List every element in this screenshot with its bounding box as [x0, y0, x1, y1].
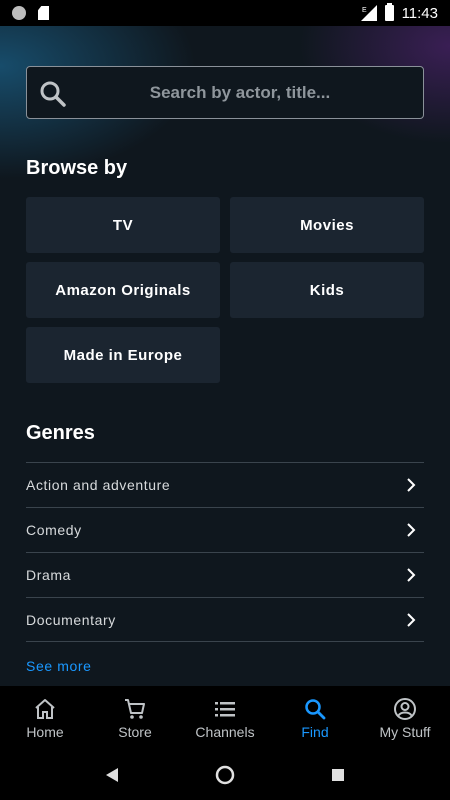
genre-item-comedy[interactable]: Comedy [26, 507, 424, 552]
browse-tile-kids[interactable]: Kids [230, 262, 424, 318]
search-placeholder: Search by actor, title... [149, 82, 331, 102]
back-button[interactable] [105, 767, 119, 783]
genre-label: Action and adventure [26, 477, 171, 493]
bottom-nav: Home Store Channels Find My Stuff [0, 686, 450, 750]
nav-find[interactable]: Find [270, 686, 360, 750]
genre-list: Action and adventure Comedy Drama Docume… [26, 462, 424, 642]
chevron-right-icon [407, 523, 416, 537]
signal-type-label: E [362, 7, 367, 14]
home-icon [35, 698, 55, 719]
nav-label: My Stuff [379, 723, 431, 740]
nav-home[interactable]: Home [0, 686, 90, 750]
home-button[interactable] [215, 765, 235, 785]
nav-my-stuff[interactable]: My Stuff [360, 686, 450, 750]
genres-heading: Genres [26, 422, 95, 444]
search-icon [305, 698, 326, 719]
home-circle-icon [215, 765, 235, 785]
list-icon [215, 701, 235, 716]
cart-icon [125, 698, 145, 719]
signal-icon: E [360, 5, 377, 21]
find-page: Search by actor, title... Browse by TV M… [0, 26, 450, 686]
browse-tile-movies[interactable]: Movies [230, 197, 424, 253]
genre-label: Comedy [26, 522, 82, 538]
search-input[interactable]: Search by actor, title... [26, 66, 424, 119]
recents-square-icon [332, 769, 344, 781]
back-triangle-icon [106, 768, 118, 782]
profile-icon [394, 697, 416, 720]
chevron-right-icon [407, 612, 416, 627]
search-icon [40, 81, 66, 107]
chevron-right-icon [407, 568, 416, 582]
system-nav-bar [0, 750, 450, 800]
browse-tile-made-in-europe[interactable]: Made in Europe [26, 327, 220, 383]
genre-label: Documentary [26, 611, 116, 628]
chevron-right-icon [407, 478, 416, 492]
battery-icon [384, 3, 394, 21]
sd-card-icon [38, 6, 49, 20]
browse-tile-amazon-originals[interactable]: Amazon Originals [26, 262, 220, 318]
clock: 11:43 [401, 4, 438, 22]
browse-tile-tv[interactable]: TV [26, 197, 220, 253]
nav-channels[interactable]: Channels [180, 686, 270, 750]
status-bar: E 11:43 [0, 0, 450, 26]
browse-by-heading: Browse by [26, 157, 128, 179]
genre-item-documentary[interactable]: Documentary [26, 597, 424, 642]
recents-button[interactable] [331, 768, 345, 782]
genre-item-drama[interactable]: Drama [26, 552, 424, 597]
nav-store[interactable]: Store [90, 686, 180, 750]
nav-label: Store [118, 723, 152, 740]
nav-label: Home [26, 723, 64, 740]
see-more-link[interactable]: See more [26, 658, 92, 674]
genre-item-action-and-adventure[interactable]: Action and adventure [26, 462, 424, 507]
notification-dot-icon [12, 6, 26, 20]
nav-label: Channels [195, 723, 255, 740]
nav-label: Find [301, 723, 329, 740]
genre-label: Drama [26, 567, 72, 583]
